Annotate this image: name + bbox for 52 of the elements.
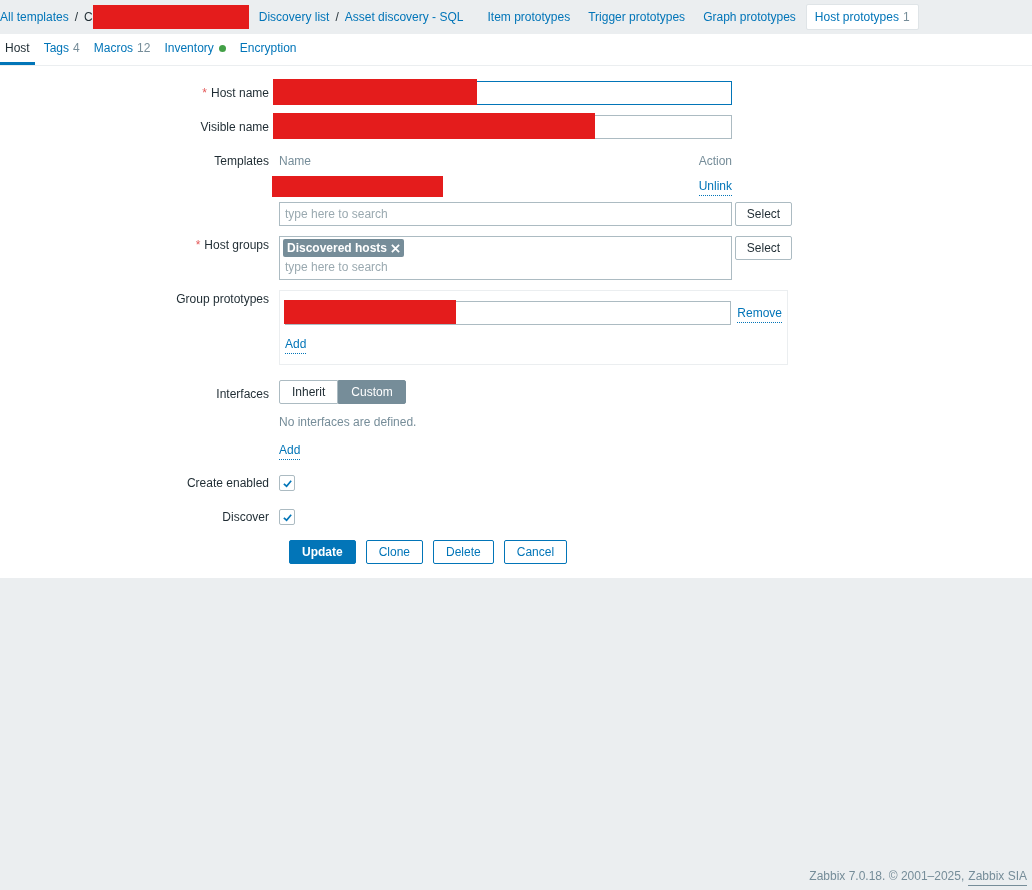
column-header: Action [698,153,732,170]
nav-tab[interactable]: Host prototypes 1 [805,4,919,30]
breadcrumb-separator: / [334,9,340,26]
breadcrumb-separator: / [73,9,80,26]
breadcrumb-link[interactable]: All templates [0,8,69,26]
remove-link[interactable]: Remove [737,303,782,323]
field-label: Visible name [200,120,269,134]
check-icon [281,477,293,489]
segment-option[interactable]: Custom [338,380,406,404]
field-label: Interfaces [216,387,269,401]
search-field[interactable]: type here to search [279,202,732,226]
form-tab[interactable]: Macros 12 [88,34,156,65]
field-label: Host name [210,86,269,100]
nav-tab[interactable]: Graph prototypes [695,5,804,29]
nav-tab[interactable]: Trigger prototypes [580,5,694,29]
required-mark: * [195,238,201,252]
select-button[interactable]: Select [735,202,792,226]
update-button[interactable]: Update [289,540,356,564]
form-tab[interactable]: Encryption [234,34,302,65]
form-tab[interactable]: Inventory [159,34,231,65]
check-icon [281,511,293,523]
checkbox[interactable] [279,509,295,525]
breadcrumb-link[interactable]: Discovery list [258,8,330,26]
checkbox[interactable] [279,475,295,491]
field-label: Host groups [204,238,269,252]
multiselect-field[interactable]: Discovered hosts type here to search [279,236,732,280]
breadcrumb-link[interactable]: C [84,8,93,26]
empty-message: No interfaces are defined. [279,414,417,431]
footer-text: Zabbix 7.0.18. © 2001–2025, [809,868,965,885]
remove-icon[interactable] [391,243,401,253]
field-label: Group prototypes [176,292,269,306]
field-label: Discover [222,510,269,524]
form-tab[interactable]: Host [0,34,35,65]
form-button[interactable]: Clone [365,540,424,564]
breadcrumb-link[interactable]: Asset discovery - SQL [344,8,464,26]
form-button[interactable]: Delete [433,540,494,564]
text-field[interactable] [285,301,732,325]
field-label: Templates [214,154,269,168]
footer-link[interactable]: Zabbix SIA [968,866,1027,886]
group-chip[interactable]: Discovered hosts [283,239,405,257]
required-mark: * [202,86,207,100]
segment-option[interactable]: Inherit [279,380,339,404]
column-header: Name [279,153,311,170]
add-link[interactable]: Add [279,441,301,460]
field-label: Create enabled [186,476,269,490]
nav-tab[interactable]: Item prototypes [479,5,579,29]
add-link[interactable]: Add [285,335,307,354]
unlink-link[interactable]: Unlink [698,176,732,196]
form-button[interactable]: Cancel [503,540,568,564]
select-button[interactable]: Select [735,236,792,260]
form-tab[interactable]: Tags 4 [38,34,85,65]
search-field[interactable]: type here to search [283,257,728,277]
